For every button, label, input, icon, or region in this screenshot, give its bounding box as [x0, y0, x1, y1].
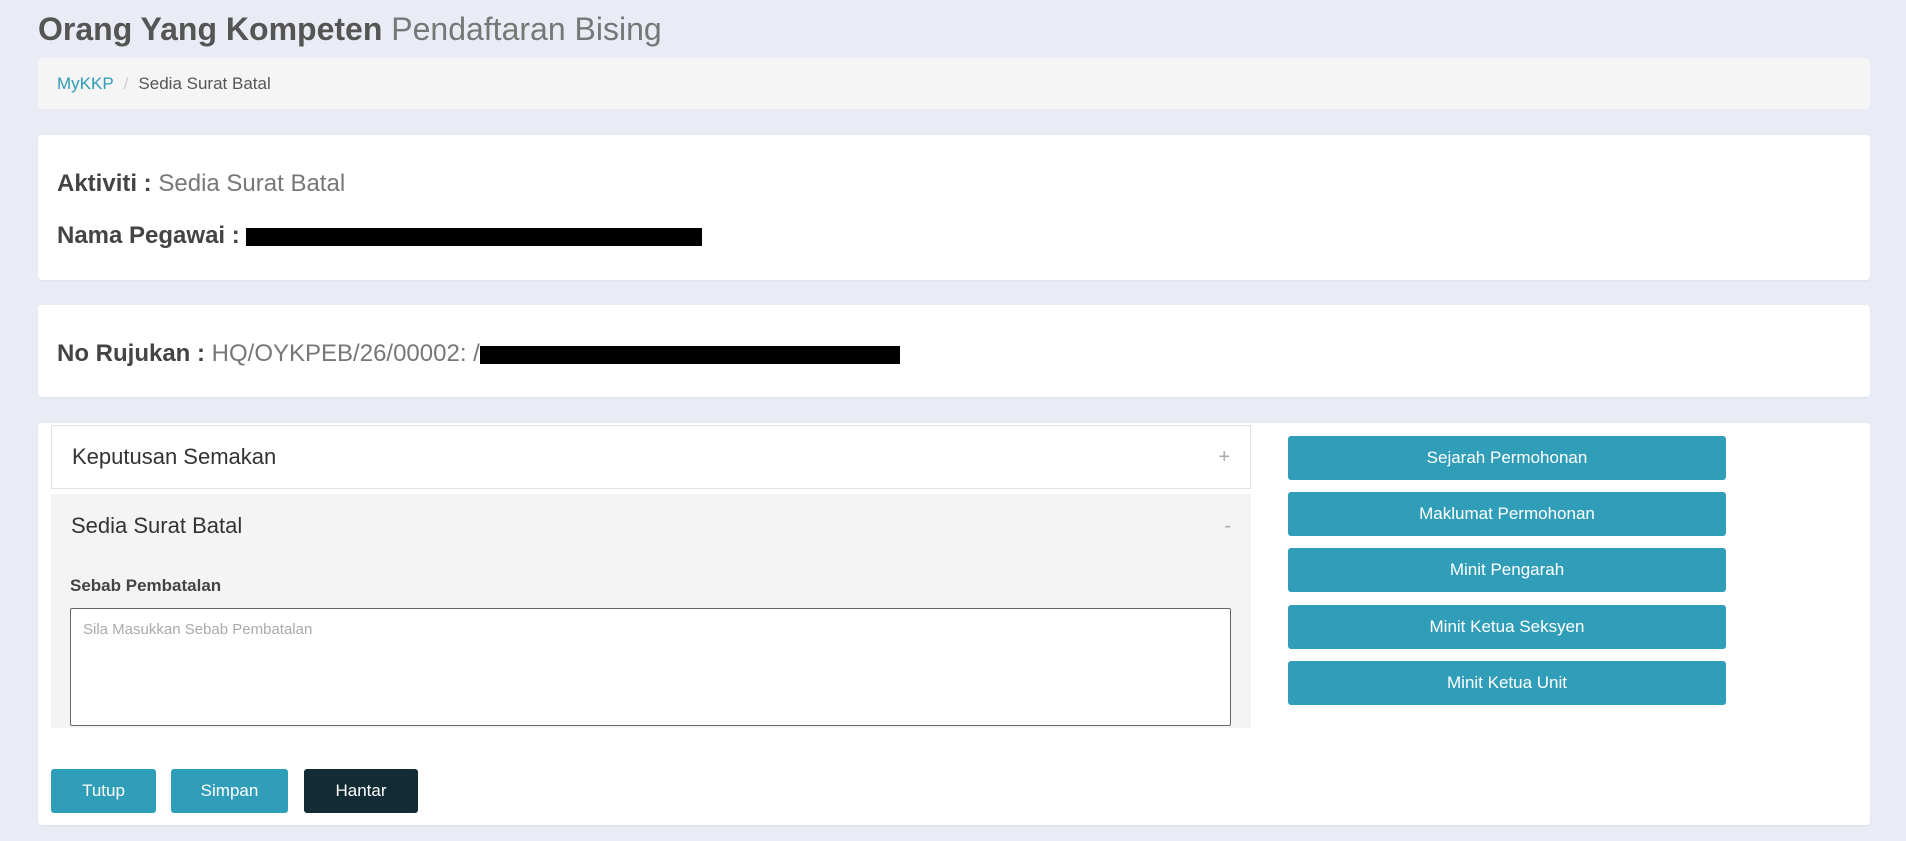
aktiviti-label: Aktiviti : [57, 170, 152, 197]
minit-pengarah-button[interactable]: Minit Pengarah [1288, 548, 1726, 592]
page-title-sub: Pendaftaran Bising [391, 11, 662, 47]
minit-ketua-unit-button[interactable]: Minit Ketua Unit [1288, 661, 1726, 705]
reference-panel: No Rujukan : HQ/OYKPEB/26/00002: / [38, 305, 1870, 397]
maklumat-permohonan-button[interactable]: Maklumat Permohonan [1288, 492, 1726, 536]
pegawai-label: Nama Pegawai : [57, 222, 240, 249]
collapse-icon: - [1224, 514, 1231, 537]
page-title: Orang Yang Kompeten Pendaftaran Bising [38, 8, 662, 50]
simpan-button[interactable]: Simpan [171, 769, 288, 813]
rujukan-row: No Rujukan : HQ/OYKPEB/26/00002: / [57, 340, 900, 368]
accordion-sedia-surat-batal[interactable]: Sedia Surat Batal - [51, 494, 1251, 558]
accordion-keputusan-semakan[interactable]: Keputusan Semakan + [51, 425, 1251, 489]
minit-ketua-seksyen-button[interactable]: Minit Ketua Seksyen [1288, 605, 1726, 649]
hantar-button[interactable]: Hantar [304, 769, 418, 813]
aktiviti-value: Sedia Surat Batal [158, 170, 346, 197]
sebab-pembatalan-label: Sebab Pembatalan [70, 576, 222, 595]
rujukan-redacted [479, 345, 900, 364]
aktiviti-row: Aktiviti : Sedia Surat Batal [57, 170, 345, 198]
accordion-body: Sebab Pembatalan [51, 558, 1251, 728]
pegawai-row: Nama Pegawai : [57, 222, 703, 250]
breadcrumb-current: Sedia Surat Batal [138, 73, 271, 93]
main-panel: Keputusan Semakan + Sedia Surat Batal - … [38, 423, 1870, 825]
tutup-button[interactable]: Tutup [51, 769, 156, 813]
breadcrumb-separator: / [123, 73, 129, 93]
pegawai-name-redacted [246, 227, 703, 246]
sejarah-permohonan-button[interactable]: Sejarah Permohonan [1288, 436, 1726, 480]
expand-icon: + [1218, 445, 1230, 468]
activity-panel: Aktiviti : Sedia Surat Batal Nama Pegawa… [38, 135, 1870, 280]
rujukan-value: HQ/OYKPEB/26/00002: / [211, 340, 480, 367]
breadcrumb-home-link[interactable]: MyKKP [57, 74, 114, 94]
breadcrumb: MyKKP / Sedia Surat Batal [38, 58, 1870, 109]
accordion-title: Sedia Surat Batal [71, 513, 243, 538]
sebab-pembatalan-input[interactable] [70, 608, 1231, 726]
page-title-main: Orang Yang Kompeten [38, 11, 383, 47]
rujukan-label: No Rujukan : [57, 340, 205, 367]
accordion-title: Keputusan Semakan [72, 444, 277, 469]
